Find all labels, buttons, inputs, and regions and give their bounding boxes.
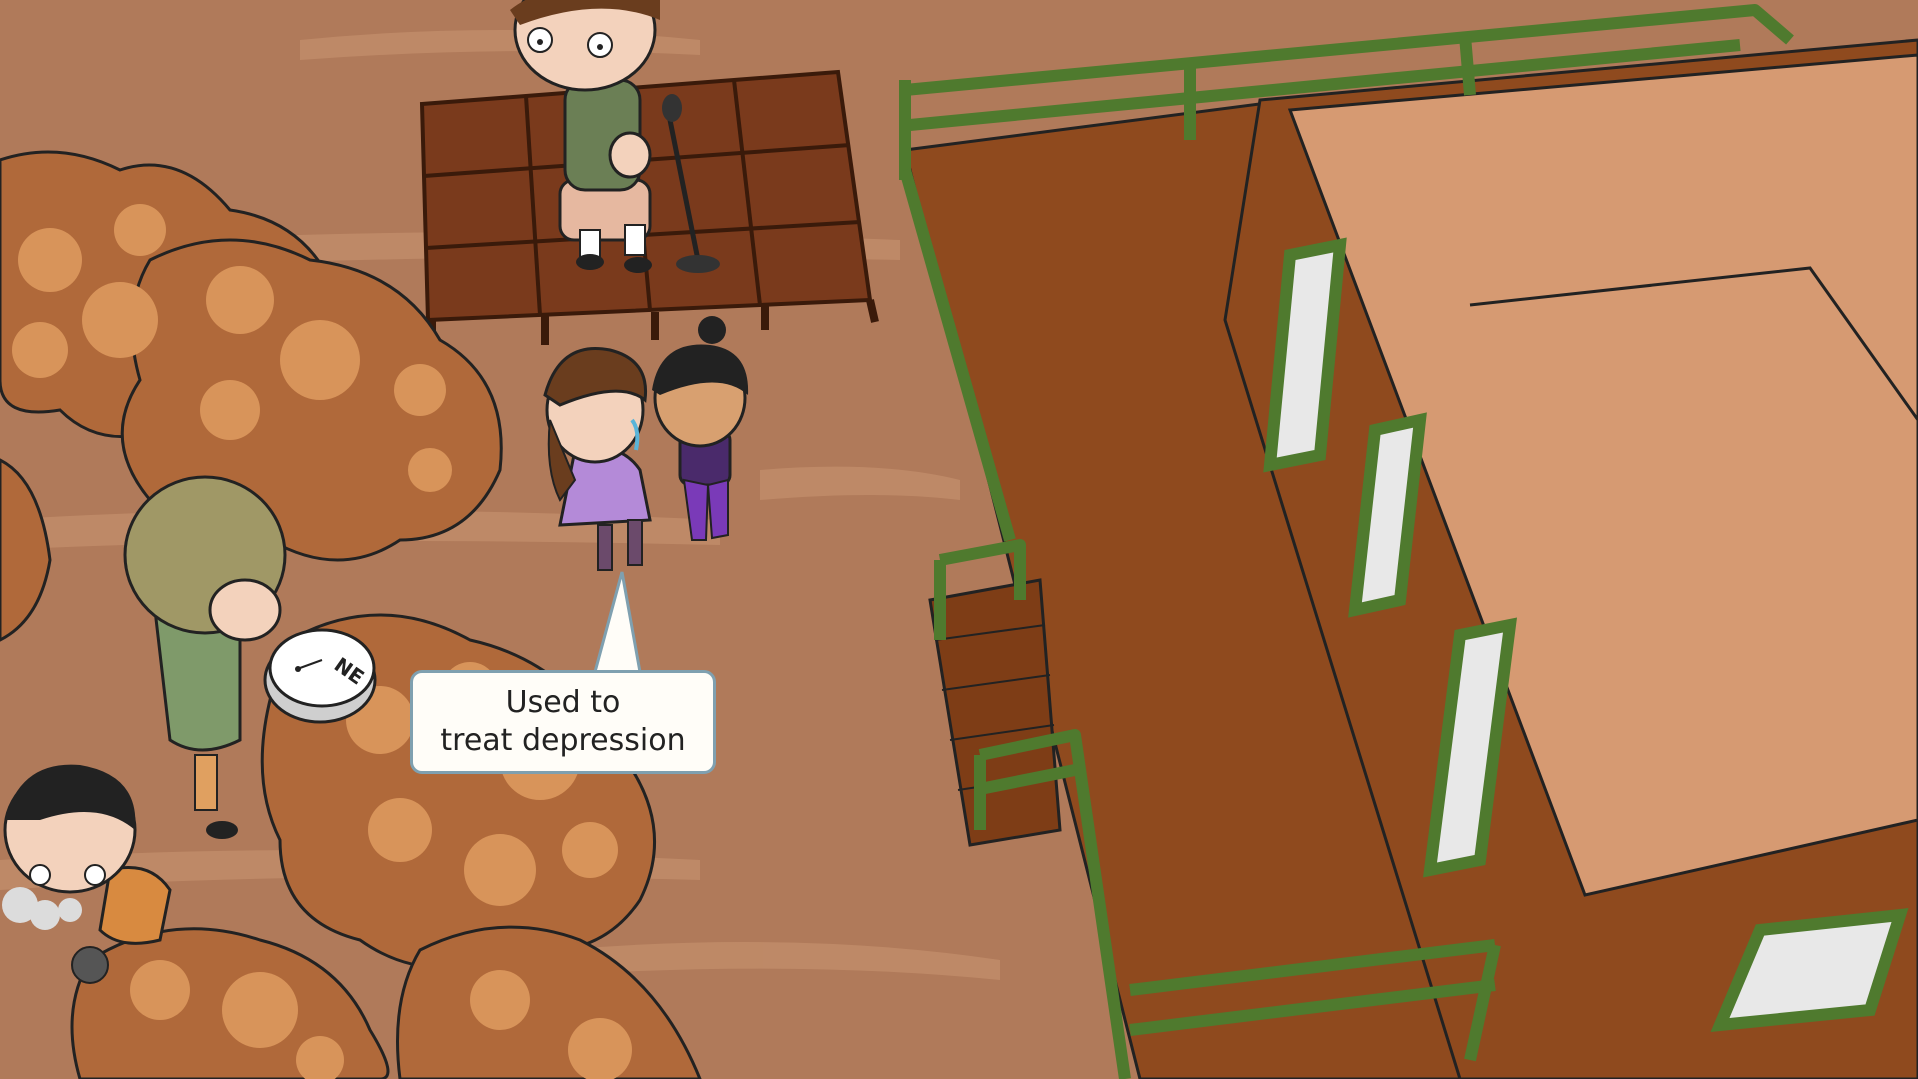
caption-line-2: treat depression xyxy=(440,723,686,758)
caption-bubble: Used to treat depression xyxy=(410,670,716,774)
caption-line-1: Used to xyxy=(505,685,621,720)
comforting-girl xyxy=(652,316,749,541)
building xyxy=(903,38,1918,1079)
caption-tail xyxy=(593,571,642,675)
scout-boy xyxy=(123,475,287,839)
scene-illustration: NE xyxy=(0,0,1918,1079)
coin: NE xyxy=(263,628,377,724)
cartoon-scene: NE Used to treat depression xyxy=(0,0,1918,1079)
